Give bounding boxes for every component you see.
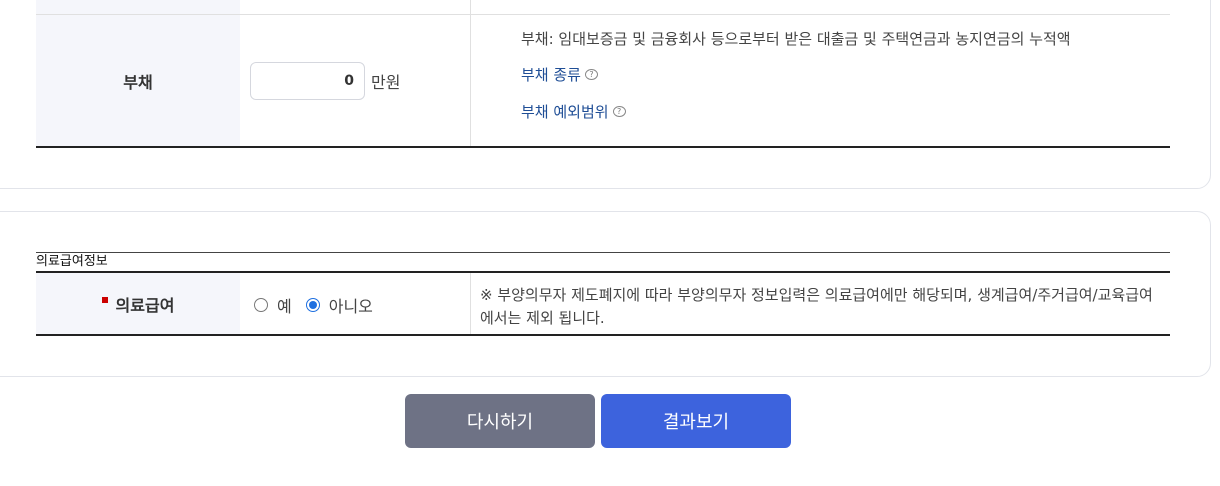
view-result-button[interactable]: 결과보기 [601,394,791,448]
radio-no[interactable] [305,298,320,312]
medical-label-cell: 의료급여 [36,273,240,334]
reset-button[interactable]: 다시하기 [405,394,595,448]
debt-unit: 만원 [371,73,401,92]
debt-types-link-label: 부채 종류 [521,66,581,84]
radio-yes-label[interactable]: 예 [277,293,292,317]
medical-radio-group: 예 아니오 [254,293,387,317]
required-marker [101,296,108,303]
medical-section-title: 의료급여정보 [36,252,1170,272]
medical-row: 의료급여 예 아니오 ※ 부양의무자 제도폐지에 따라 부양의무자 정보입력은 … [36,271,1170,336]
debt-amount-input[interactable] [250,62,365,100]
debt-amount-group: 만원 [250,62,400,100]
radio-no-label[interactable]: 아니오 [329,293,373,317]
question-bubble-icon[interactable]: ? [584,69,598,80]
question-bubble-icon[interactable]: ? [612,106,626,117]
debt-description: 부채: 임대보증금 및 금융회사 등으로부터 받은 대출금 및 주택연금과 농지… [521,30,1071,48]
medical-note: ※ 부양의무자 제도폐지에 따라 부양의무자 정보입력은 의료급여에만 해당되며… [480,286,1153,327]
column-divider [470,0,471,14]
debt-exclusions-link-label: 부채 예외범위 [521,103,609,121]
column-divider [470,15,471,146]
debt-types-link[interactable]: 부채 종류 ? [521,64,598,85]
radio-yes[interactable] [254,298,268,312]
medical-label: 의료급여 [115,295,175,315]
previous-row [36,0,1170,15]
debt-row: 부채 만원 부채: 임대보증금 및 금융회사 등으로부터 받은 대출금 및 주택… [36,15,1170,148]
debt-exclusions-link[interactable]: 부채 예외범위 ? [521,101,626,122]
debt-label: 부채 [36,15,240,146]
previous-row-label [36,0,240,14]
column-divider [470,273,471,334]
